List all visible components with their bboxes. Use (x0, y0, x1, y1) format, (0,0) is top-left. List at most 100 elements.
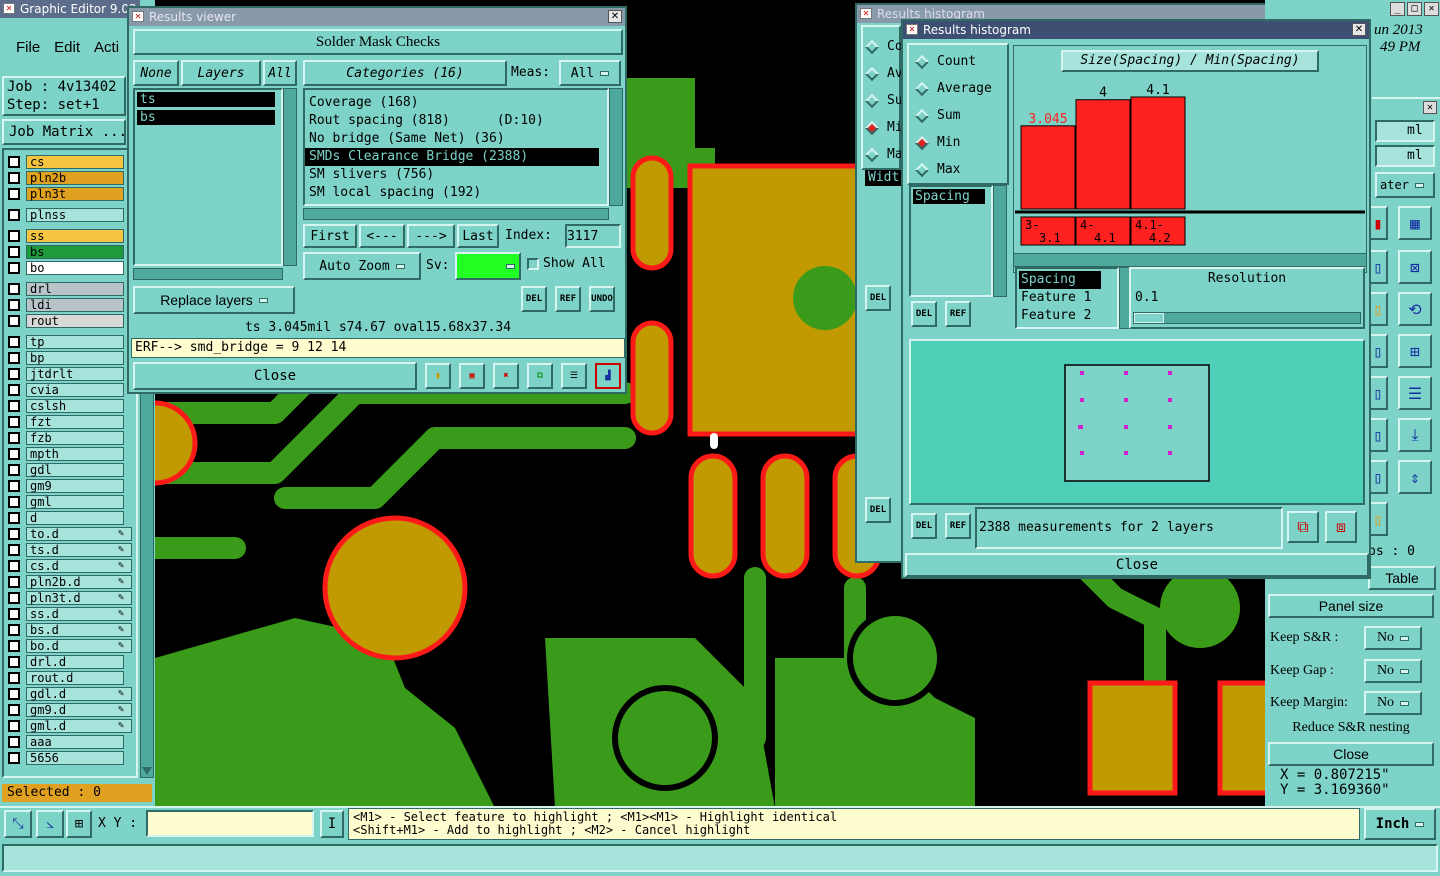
ml-field-1[interactable]: ml (1375, 120, 1435, 142)
layer-checkbox[interactable] (8, 687, 20, 700)
layer-name[interactable]: bs.d (26, 622, 132, 637)
first-button[interactable]: First (303, 224, 357, 248)
zoom-red-icon[interactable]: ▣ (459, 363, 485, 389)
preview-del-button[interactable]: DEL (911, 513, 937, 539)
layer-row-plnss[interactable]: plnss (4, 207, 124, 222)
layer-checkbox[interactable] (8, 591, 20, 604)
show-all-checkbox[interactable] (527, 258, 539, 270)
layer-name[interactable]: fzt (26, 414, 124, 429)
viewer-del-button[interactable]: DEL (521, 286, 547, 312)
layer-name[interactable]: cvia (26, 382, 124, 397)
chart-bar[interactable] (1020, 125, 1076, 210)
meas-dropdown[interactable]: All (559, 60, 621, 86)
category-item[interactable]: SMDs Clearance Bridge (2388) (305, 148, 599, 166)
hist-ref-button[interactable]: REF (945, 301, 971, 327)
right-close-button[interactable]: Close (1268, 742, 1434, 766)
layer-checkbox[interactable] (8, 463, 20, 476)
layer-row-ldi[interactable]: ldi (4, 297, 124, 312)
layer-name[interactable]: rout.d (26, 670, 124, 685)
bg-del-button[interactable]: DEL (865, 285, 891, 311)
layer-checkbox[interactable] (8, 351, 20, 364)
layer-name[interactable]: tp (26, 334, 124, 349)
category-item[interactable]: SM local spacing (192) (305, 184, 607, 202)
layer-name[interactable]: pln2b (26, 170, 124, 185)
category-v-scrollbar[interactable] (609, 88, 623, 206)
layer-row-pln2b[interactable]: pln2b (4, 170, 124, 185)
all-layers-button[interactable]: All (263, 60, 297, 86)
layer-checkbox[interactable] (8, 479, 20, 492)
layer-row-bo[interactable]: bo (4, 260, 124, 275)
radio-diamond-icon[interactable] (914, 54, 930, 69)
partial-icon-4[interactable]: ▯ (1368, 334, 1388, 368)
viewer-ref-button[interactable]: REF (555, 286, 581, 312)
layer-checkbox[interactable] (8, 261, 20, 274)
radio-diamond-icon[interactable] (914, 108, 930, 123)
main-close-icon[interactable]: ✕ (1424, 2, 1439, 16)
layer-checkbox[interactable] (8, 559, 20, 572)
layer-row-bs[interactable]: bs (4, 244, 124, 259)
layer-name[interactable]: ss (26, 228, 124, 243)
layer-checkbox[interactable] (8, 719, 20, 732)
radio-diamond-icon[interactable] (914, 135, 930, 150)
layer-checkbox[interactable] (8, 607, 20, 620)
layer-row-cslsh[interactable]: cslsh (4, 398, 124, 413)
layer-checkbox[interactable] (8, 335, 20, 348)
layer-row-cs[interactable]: cs (4, 154, 124, 169)
auto-zoom-dropdown[interactable]: Auto Zoom (303, 252, 421, 280)
partial-icon-6[interactable]: ▯ (1368, 418, 1388, 452)
info-icon[interactable]: I (320, 810, 344, 838)
layer-row-ss-d[interactable]: ss.d ✎ (4, 606, 132, 621)
layer-checkbox[interactable] (8, 171, 20, 184)
layer-name[interactable]: d (26, 510, 124, 525)
measure-icon[interactable]: ⦣ (36, 810, 64, 838)
layer-name[interactable]: bo (26, 260, 124, 275)
layer-checkbox[interactable] (8, 155, 20, 168)
histogram-close-button[interactable]: Close (905, 553, 1369, 577)
menu-file[interactable]: File (16, 39, 40, 56)
hist-del-button[interactable]: DEL (911, 301, 937, 327)
field-list[interactable]: Spacing (909, 185, 993, 297)
minimize-icon[interactable]: _ (1390, 2, 1405, 16)
layer-row-gdl[interactable]: gdl (4, 462, 124, 477)
bg-width-item[interactable]: Widt (865, 170, 903, 186)
partial-icon-3[interactable]: ▯ (1368, 292, 1388, 326)
layer-checkbox[interactable] (8, 751, 20, 764)
layer-name[interactable]: gdl.d (26, 686, 132, 701)
layer-row-d[interactable]: d (4, 510, 124, 525)
xy-input[interactable] (146, 810, 314, 837)
layer-checkbox[interactable] (8, 495, 20, 508)
layer-name[interactable]: rout (26, 313, 124, 328)
layer-checkbox[interactable] (8, 575, 20, 588)
zoom-result-icon[interactable]: ⧈ (1325, 511, 1357, 543)
command-line[interactable] (2, 844, 1438, 872)
layer-checkbox[interactable] (8, 282, 20, 295)
layer-row-fzt[interactable]: fzt (4, 414, 124, 429)
layer-checkbox[interactable] (8, 511, 20, 524)
layer-row-drl-d[interactable]: drl.d (4, 654, 124, 669)
next-step-icon[interactable]: ⧉ (527, 363, 553, 389)
partial-icon-2[interactable]: ▯ (1368, 250, 1388, 284)
layer-checkbox[interactable] (8, 208, 20, 221)
layer-name[interactable]: pln2b.d (26, 574, 132, 589)
layer-list-v-scrollbar[interactable] (283, 88, 297, 266)
layer-checkbox[interactable] (8, 447, 20, 460)
layer-name[interactable]: gm9 (26, 478, 124, 493)
layer-name[interactable]: jtdrlt (26, 366, 124, 381)
layer-name[interactable]: plnss (26, 207, 124, 222)
chart-h-scrollbar[interactable] (1013, 253, 1367, 267)
layer-row-cvia[interactable]: cvia (4, 382, 124, 397)
layer-row-mpth[interactable]: mpth (4, 446, 124, 461)
categories-button[interactable]: Categories (16) (303, 60, 507, 86)
zoom-fit-icon[interactable]: ⤡ (4, 810, 32, 838)
layer-checkbox[interactable] (8, 399, 20, 412)
layer-checkbox[interactable] (8, 383, 20, 396)
layer-name[interactable]: gml.d (26, 718, 132, 733)
layer-name[interactable]: drl (26, 281, 124, 296)
layer-name[interactable]: cslsh (26, 398, 124, 413)
radio-min[interactable]: Min (909, 129, 1007, 156)
layer-row-drl[interactable]: drl (4, 281, 124, 296)
layer-row-gdl-d[interactable]: gdl.d ✎ (4, 686, 132, 701)
close-icon[interactable]: ✕ (608, 10, 622, 23)
layer-row-bs-d[interactable]: bs.d ✎ (4, 622, 132, 637)
arrow-down-icon[interactable]: ⤓ (1398, 418, 1432, 452)
